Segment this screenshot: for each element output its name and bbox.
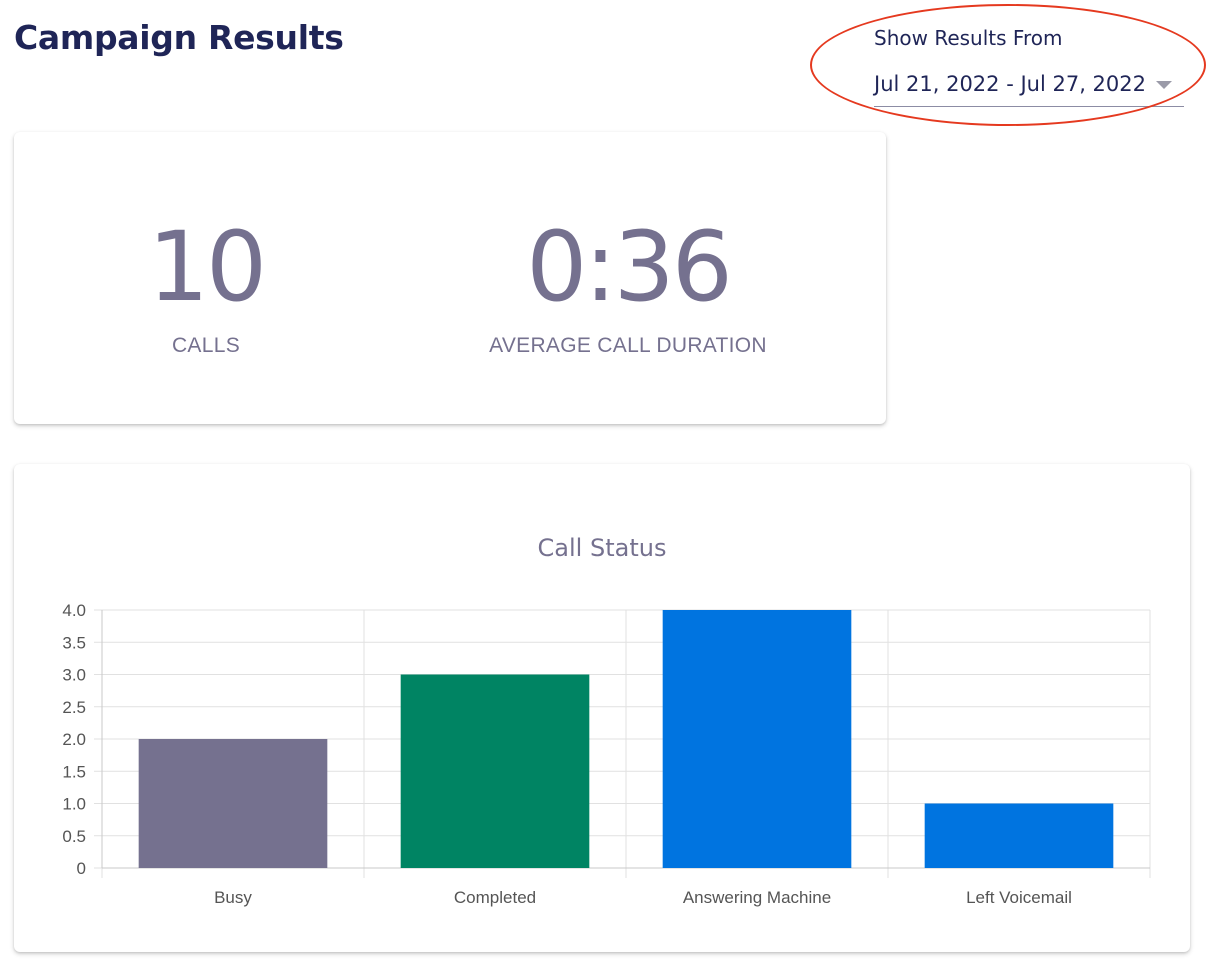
call-status-card: Call Status 0 0.5 1.0 1.5 2.0 2.5 3.0 3.5 4.0 Bus… bbox=[14, 464, 1190, 952]
y-tick-label: 1.5 bbox=[62, 762, 86, 781]
date-range-select[interactable]: Jul 21, 2022 - Jul 27, 2022 bbox=[874, 72, 1184, 107]
duration-stat: 0:36 AVERAGE CALL DURATION bbox=[438, 212, 818, 358]
y-tick-label: 3.5 bbox=[62, 633, 86, 652]
bar-left-voicemail bbox=[924, 803, 1114, 868]
date-range-label: Show Results From bbox=[874, 26, 1063, 50]
call-status-chart: 0 0.5 1.0 1.5 2.0 2.5 3.0 3.5 4.0 Busy Completed An… bbox=[62, 601, 1151, 907]
y-tick-label: 2.0 bbox=[62, 730, 86, 749]
date-range-value: Jul 21, 2022 - Jul 27, 2022 bbox=[874, 72, 1146, 96]
bar-busy bbox=[138, 739, 328, 868]
average-duration-value: 0:36 bbox=[526, 211, 733, 323]
date-range-filter: Show Results From Jul 21, 2022 - Jul 27,… bbox=[874, 26, 1184, 107]
y-tick-label: 3.0 bbox=[62, 666, 86, 685]
calls-stat: 10 CALLS bbox=[106, 212, 306, 358]
bar-answering-machine bbox=[662, 610, 852, 868]
calls-count: 10 bbox=[147, 211, 267, 323]
average-duration-label: AVERAGE CALL DURATION bbox=[489, 334, 767, 357]
page-title: Campaign Results bbox=[14, 18, 344, 57]
y-tick-label: 2.5 bbox=[62, 698, 86, 717]
y-tick-label: 1.0 bbox=[62, 795, 86, 814]
y-tick-label: 0 bbox=[77, 859, 86, 878]
x-tick-label: Answering Machine bbox=[683, 888, 831, 907]
bar-completed bbox=[400, 674, 590, 868]
y-tick-label: 0.5 bbox=[62, 827, 86, 846]
y-tick-label: 4.0 bbox=[62, 601, 86, 620]
x-tick-label: Busy bbox=[214, 888, 252, 907]
x-tick-label: Left Voicemail bbox=[966, 888, 1072, 907]
chevron-down-icon bbox=[1156, 81, 1172, 89]
summary-card: 10 CALLS 0:36 AVERAGE CALL DURATION bbox=[14, 132, 886, 424]
x-tick-label: Completed bbox=[454, 888, 536, 907]
calls-label: CALLS bbox=[171, 334, 241, 357]
